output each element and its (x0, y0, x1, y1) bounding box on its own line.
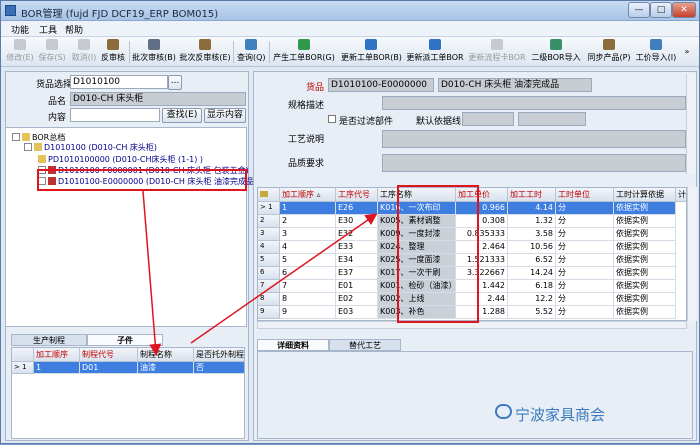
arrow-grid-to-operations (190, 213, 378, 344)
arrow-tree-to-grid (142, 190, 162, 356)
annotation-arrows (142, 190, 378, 356)
watermark: 宁波家具商会 (515, 406, 606, 424)
wechat-icon (495, 404, 512, 419)
main-window: BOR管理 (fujd FJD DCF19_ERP BOM015) — □ ✕ … (0, 0, 700, 444)
